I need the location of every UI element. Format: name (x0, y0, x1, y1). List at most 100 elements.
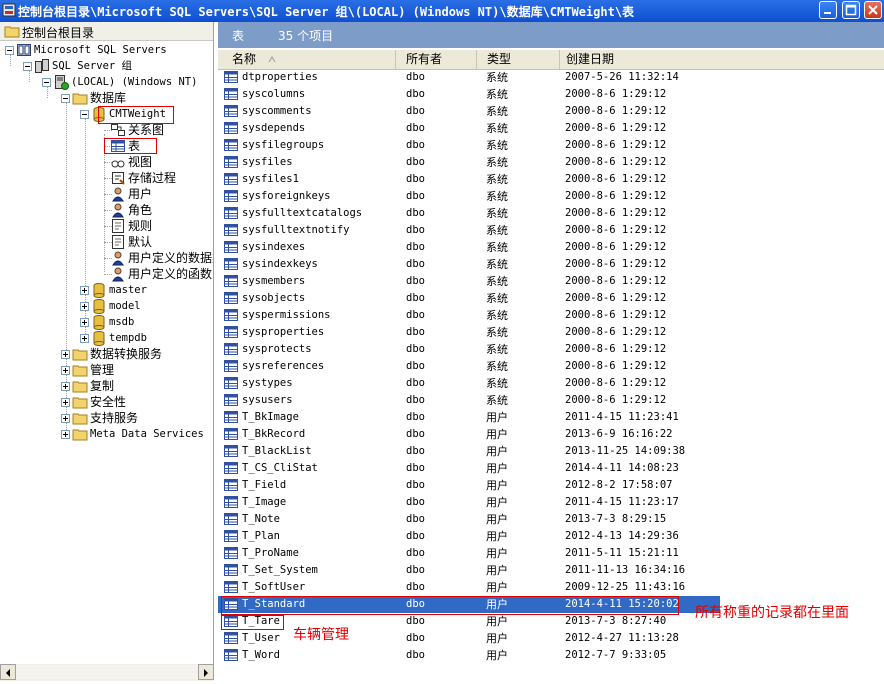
tree-node[interactable]: 用户定义的数据类型 (110, 250, 213, 266)
table-row[interactable]: sysindexes dbo 系统 2000-8-6 1:29:12 (218, 239, 718, 256)
collapse-icon[interactable] (23, 62, 32, 71)
tree-node[interactable]: 数据转换服务 (72, 346, 213, 362)
table-row[interactable]: T_Plan dbo 用户 2012-4-13 14:29:36 (218, 528, 718, 545)
tree-node[interactable]: 复制 (72, 378, 213, 394)
expand-icon[interactable] (61, 350, 70, 359)
tree-node[interactable]: SQL Server 组 (34, 58, 213, 74)
scroll-left-button[interactable] (0, 664, 16, 680)
table-row[interactable]: T_Word dbo 用户 2012-7-7 9:33:05 (218, 647, 718, 664)
cell-name: syscolumns (242, 88, 306, 100)
table-row[interactable]: sysfiles1 dbo 系统 2000-8-6 1:29:12 (218, 171, 718, 188)
expand-icon[interactable] (61, 398, 70, 407)
tree-node[interactable]: model (91, 298, 213, 314)
table-row[interactable]: sysmembers dbo 系统 2000-8-6 1:29:12 (218, 273, 718, 290)
expand-icon[interactable] (80, 334, 89, 343)
table-row[interactable]: sysobjects dbo 系统 2000-8-6 1:29:12 (218, 290, 718, 307)
table-row[interactable]: syspermissions dbo 系统 2000-8-6 1:29:12 (218, 307, 718, 324)
column-header-date[interactable]: 创建日期 (560, 50, 884, 69)
table-row[interactable]: sysprotects dbo 系统 2000-8-6 1:29:12 (218, 341, 718, 358)
table-row[interactable]: T_Set_System dbo 用户 2011-11-13 16:34:16 (218, 562, 718, 579)
table-row[interactable]: T_Note dbo 用户 2013-7-3 8:29:15 (218, 511, 718, 528)
table-row[interactable]: sysforeignkeys dbo 系统 2000-8-6 1:29:12 (218, 188, 718, 205)
tree-node[interactable]: 存储过程 (110, 170, 213, 186)
table-icon (224, 122, 238, 134)
collapse-icon[interactable] (5, 46, 14, 55)
collapse-icon[interactable] (80, 110, 89, 119)
stored-procedure-icon (112, 172, 125, 185)
table-row[interactable]: sysdepends dbo 系统 2000-8-6 1:29:12 (218, 120, 718, 137)
tree-node[interactable]: tempdb (91, 330, 213, 346)
tree-node[interactable]: Microsoft SQL Servers (16, 42, 213, 58)
expand-icon[interactable] (61, 366, 70, 375)
tree-node[interactable]: 关系图 (110, 122, 213, 138)
details-pane[interactable]: 表 35 个项目 名称 所有者 类型 创建日期 dtproperties dbo 系… (218, 22, 884, 681)
tree-node[interactable]: 支持服务 (72, 410, 213, 426)
minimize-button[interactable] (819, 1, 837, 19)
table-row[interactable]: T_ProName dbo 用户 2011-5-11 15:21:11 (218, 545, 718, 562)
table-row[interactable]: sysfilegroups dbo 系统 2000-8-6 1:29:12 (218, 137, 718, 154)
table-row[interactable]: sysfulltextnotify dbo 系统 2000-8-6 1:29:12 (218, 222, 718, 239)
cell-type: 用户 (486, 513, 508, 526)
tree-node[interactable]: Meta Data Services (72, 426, 213, 442)
tree-node[interactable]: 管理 (72, 362, 213, 378)
tree-node[interactable]: 数据库 (72, 90, 213, 106)
collapse-icon[interactable] (61, 94, 70, 103)
expand-icon[interactable] (61, 414, 70, 423)
cell-type: 系统 (486, 71, 508, 84)
cell-date: 2000-8-6 1:29:12 (565, 156, 667, 168)
table-row[interactable]: sysproperties dbo 系统 2000-8-6 1:29:12 (218, 324, 718, 341)
table-row[interactable]: T_SoftUser dbo 用户 2009-12-25 11:43:16 (218, 579, 718, 596)
tree-node[interactable]: 安全性 (72, 394, 213, 410)
collapse-icon[interactable] (42, 78, 51, 87)
scroll-right-button[interactable] (198, 664, 214, 680)
tree-node[interactable]: 视图 (110, 154, 213, 170)
table-row[interactable]: syscomments dbo 系统 2000-8-6 1:29:12 (218, 103, 718, 120)
tree-horizontal-scrollbar[interactable] (0, 664, 214, 681)
expand-icon[interactable] (80, 318, 89, 327)
tree-node[interactable]: (LOCAL) (Windows NT) (53, 74, 213, 90)
table-row[interactable]: sysusers dbo 系统 2000-8-6 1:29:12 (218, 392, 718, 409)
tree-node[interactable]: master (91, 282, 213, 298)
cell-name: T_SoftUser (242, 581, 306, 593)
tree-root-node[interactable]: 控制台根目录 (0, 22, 213, 41)
scroll-track[interactable] (16, 665, 198, 679)
cell-owner: dbo (406, 394, 425, 406)
table-row[interactable]: T_CS_CliStat dbo 用户 2014-4-11 14:08:23 (218, 460, 718, 477)
tree-node[interactable]: msdb (91, 314, 213, 330)
expand-icon[interactable] (80, 286, 89, 295)
table-row[interactable]: sysreferences dbo 系统 2000-8-6 1:29:12 (218, 358, 718, 375)
cell-date: 2000-8-6 1:29:12 (565, 224, 667, 236)
tree-node-label: 视图 (128, 155, 153, 169)
tree-node[interactable]: 角色 (110, 202, 213, 218)
tree-node[interactable]: 用户 (110, 186, 213, 202)
table-row[interactable]: sysindexkeys dbo 系统 2000-8-6 1:29:12 (218, 256, 718, 273)
expand-icon[interactable] (80, 302, 89, 311)
cell-name: T_CS_CliStat (242, 462, 318, 474)
table-row[interactable]: systypes dbo 系统 2000-8-6 1:29:12 (218, 375, 718, 392)
table-row[interactable]: dtproperties dbo 系统 2007-5-26 11:32:14 (218, 69, 718, 86)
table-row[interactable]: T_Image dbo 用户 2011-4-15 11:23:17 (218, 494, 718, 511)
rule-icon (112, 219, 124, 233)
tree-node-label: model (109, 300, 141, 312)
console-tree-pane[interactable]: 控制台根目录 Microsoft SQL Servers SQL Server 组… (0, 22, 214, 681)
expand-icon[interactable] (61, 430, 70, 439)
cell-date: 2011-11-13 16:34:16 (565, 564, 686, 576)
table-row[interactable]: T_Field dbo 用户 2012-8-2 17:58:07 (218, 477, 718, 494)
cell-owner: dbo (406, 173, 425, 185)
table-row[interactable]: syscolumns dbo 系统 2000-8-6 1:29:12 (218, 86, 718, 103)
maximize-button[interactable] (842, 1, 860, 19)
column-header-type[interactable]: 类型 (477, 50, 560, 69)
column-header-owner[interactable]: 所有者 (396, 50, 477, 69)
table-row[interactable]: T_BkImage dbo 用户 2011-4-15 11:23:41 (218, 409, 718, 426)
expand-icon[interactable] (61, 382, 70, 391)
tree-node[interactable]: 规则 (110, 218, 213, 234)
close-button[interactable] (864, 1, 882, 19)
cell-name: sysfilegroups (242, 139, 325, 151)
tree-node[interactable]: 用户定义的函数 (110, 266, 213, 282)
column-header-name[interactable]: 名称 (218, 50, 396, 69)
table-row[interactable]: sysfiles dbo 系统 2000-8-6 1:29:12 (218, 154, 718, 171)
table-row[interactable]: T_BkRecord dbo 用户 2013-6-9 16:16:22 (218, 426, 718, 443)
table-row[interactable]: T_BlackList dbo 用户 2013-11-25 14:09:38 (218, 443, 718, 460)
tree-node[interactable]: 默认 (110, 234, 213, 250)
table-row[interactable]: sysfulltextcatalogs dbo 系统 2000-8-6 1:29:12 (218, 205, 718, 222)
